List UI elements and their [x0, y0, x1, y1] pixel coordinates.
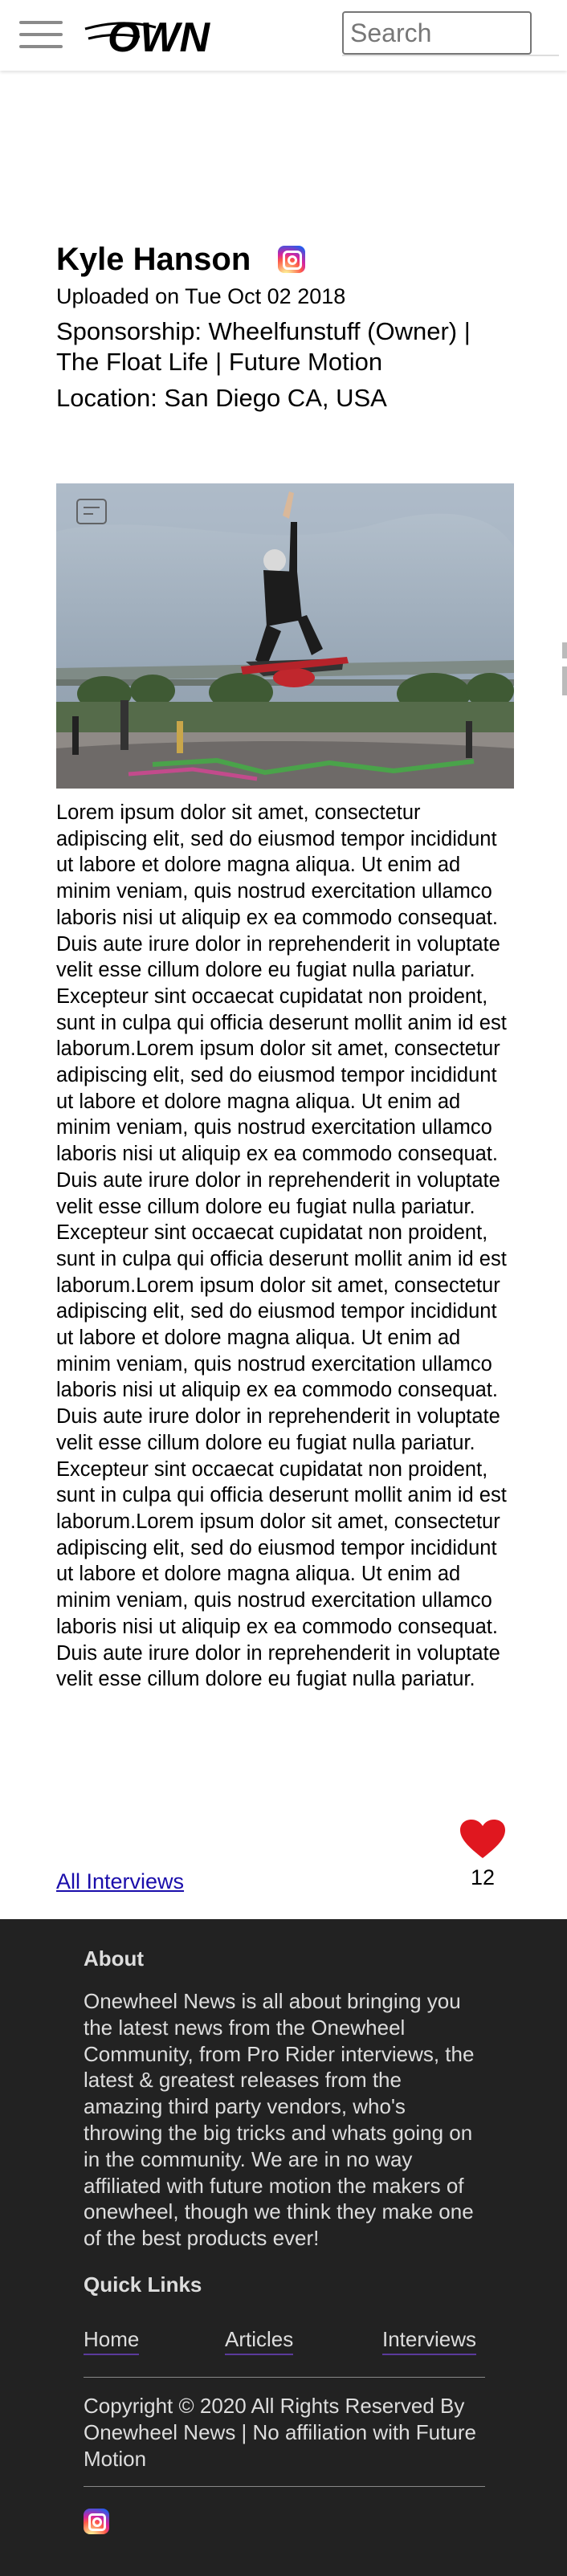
- sponsorship: Sponsorship: Wheelfunstuff (Owner) | The…: [56, 317, 471, 376]
- footer-link-home[interactable]: Home: [84, 2327, 140, 2355]
- title-row: Kyle Hanson: [56, 239, 306, 279]
- rider-photo: [56, 483, 514, 789]
- footer-about-heading: About: [84, 1946, 145, 1971]
- rider-name: Kyle Hanson: [56, 241, 251, 277]
- footer-divider: [84, 2377, 485, 2378]
- site-logo[interactable]: OWN: [84, 11, 222, 59]
- site-footer: About Onewheel News is all about bringin…: [0, 1919, 567, 2576]
- hamburger-icon[interactable]: [19, 19, 63, 50]
- header-divider: [342, 55, 559, 56]
- footer-quick-links-heading: Quick Links: [84, 2272, 202, 2297]
- heart-icon[interactable]: [460, 1820, 505, 1860]
- footer-quick-links: Home Articles Interviews: [84, 2327, 485, 2356]
- footer-about-text: Onewheel News is all about bringing you …: [84, 1989, 475, 2251]
- footer-copyright: Copyright © 2020 All Rights Reserved By …: [84, 2394, 476, 2471]
- footer-divider: [84, 2486, 485, 2487]
- instagram-icon[interactable]: [84, 2509, 109, 2534]
- site-header: OWN: [0, 0, 567, 71]
- interview-body: Lorem ipsum dolor sit amet, consectetur …: [56, 801, 507, 1691]
- like-widget: 12: [458, 1820, 508, 1890]
- all-interviews-link[interactable]: All Interviews: [56, 1869, 184, 1894]
- scroll-indicator: [562, 666, 567, 695]
- upload-date: Uploaded on Tue Oct 02 2018: [56, 284, 346, 308]
- footer-link-articles[interactable]: Articles: [225, 2327, 294, 2355]
- instagram-icon[interactable]: [278, 246, 306, 273]
- like-count: 12: [470, 1865, 496, 1889]
- scroll-indicator: [562, 642, 567, 658]
- location: Location: San Diego CA, USA: [56, 384, 387, 412]
- svg-text:OWN: OWN: [108, 14, 211, 59]
- footer-link-interviews[interactable]: Interviews: [382, 2327, 477, 2355]
- search-input[interactable]: [342, 11, 532, 55]
